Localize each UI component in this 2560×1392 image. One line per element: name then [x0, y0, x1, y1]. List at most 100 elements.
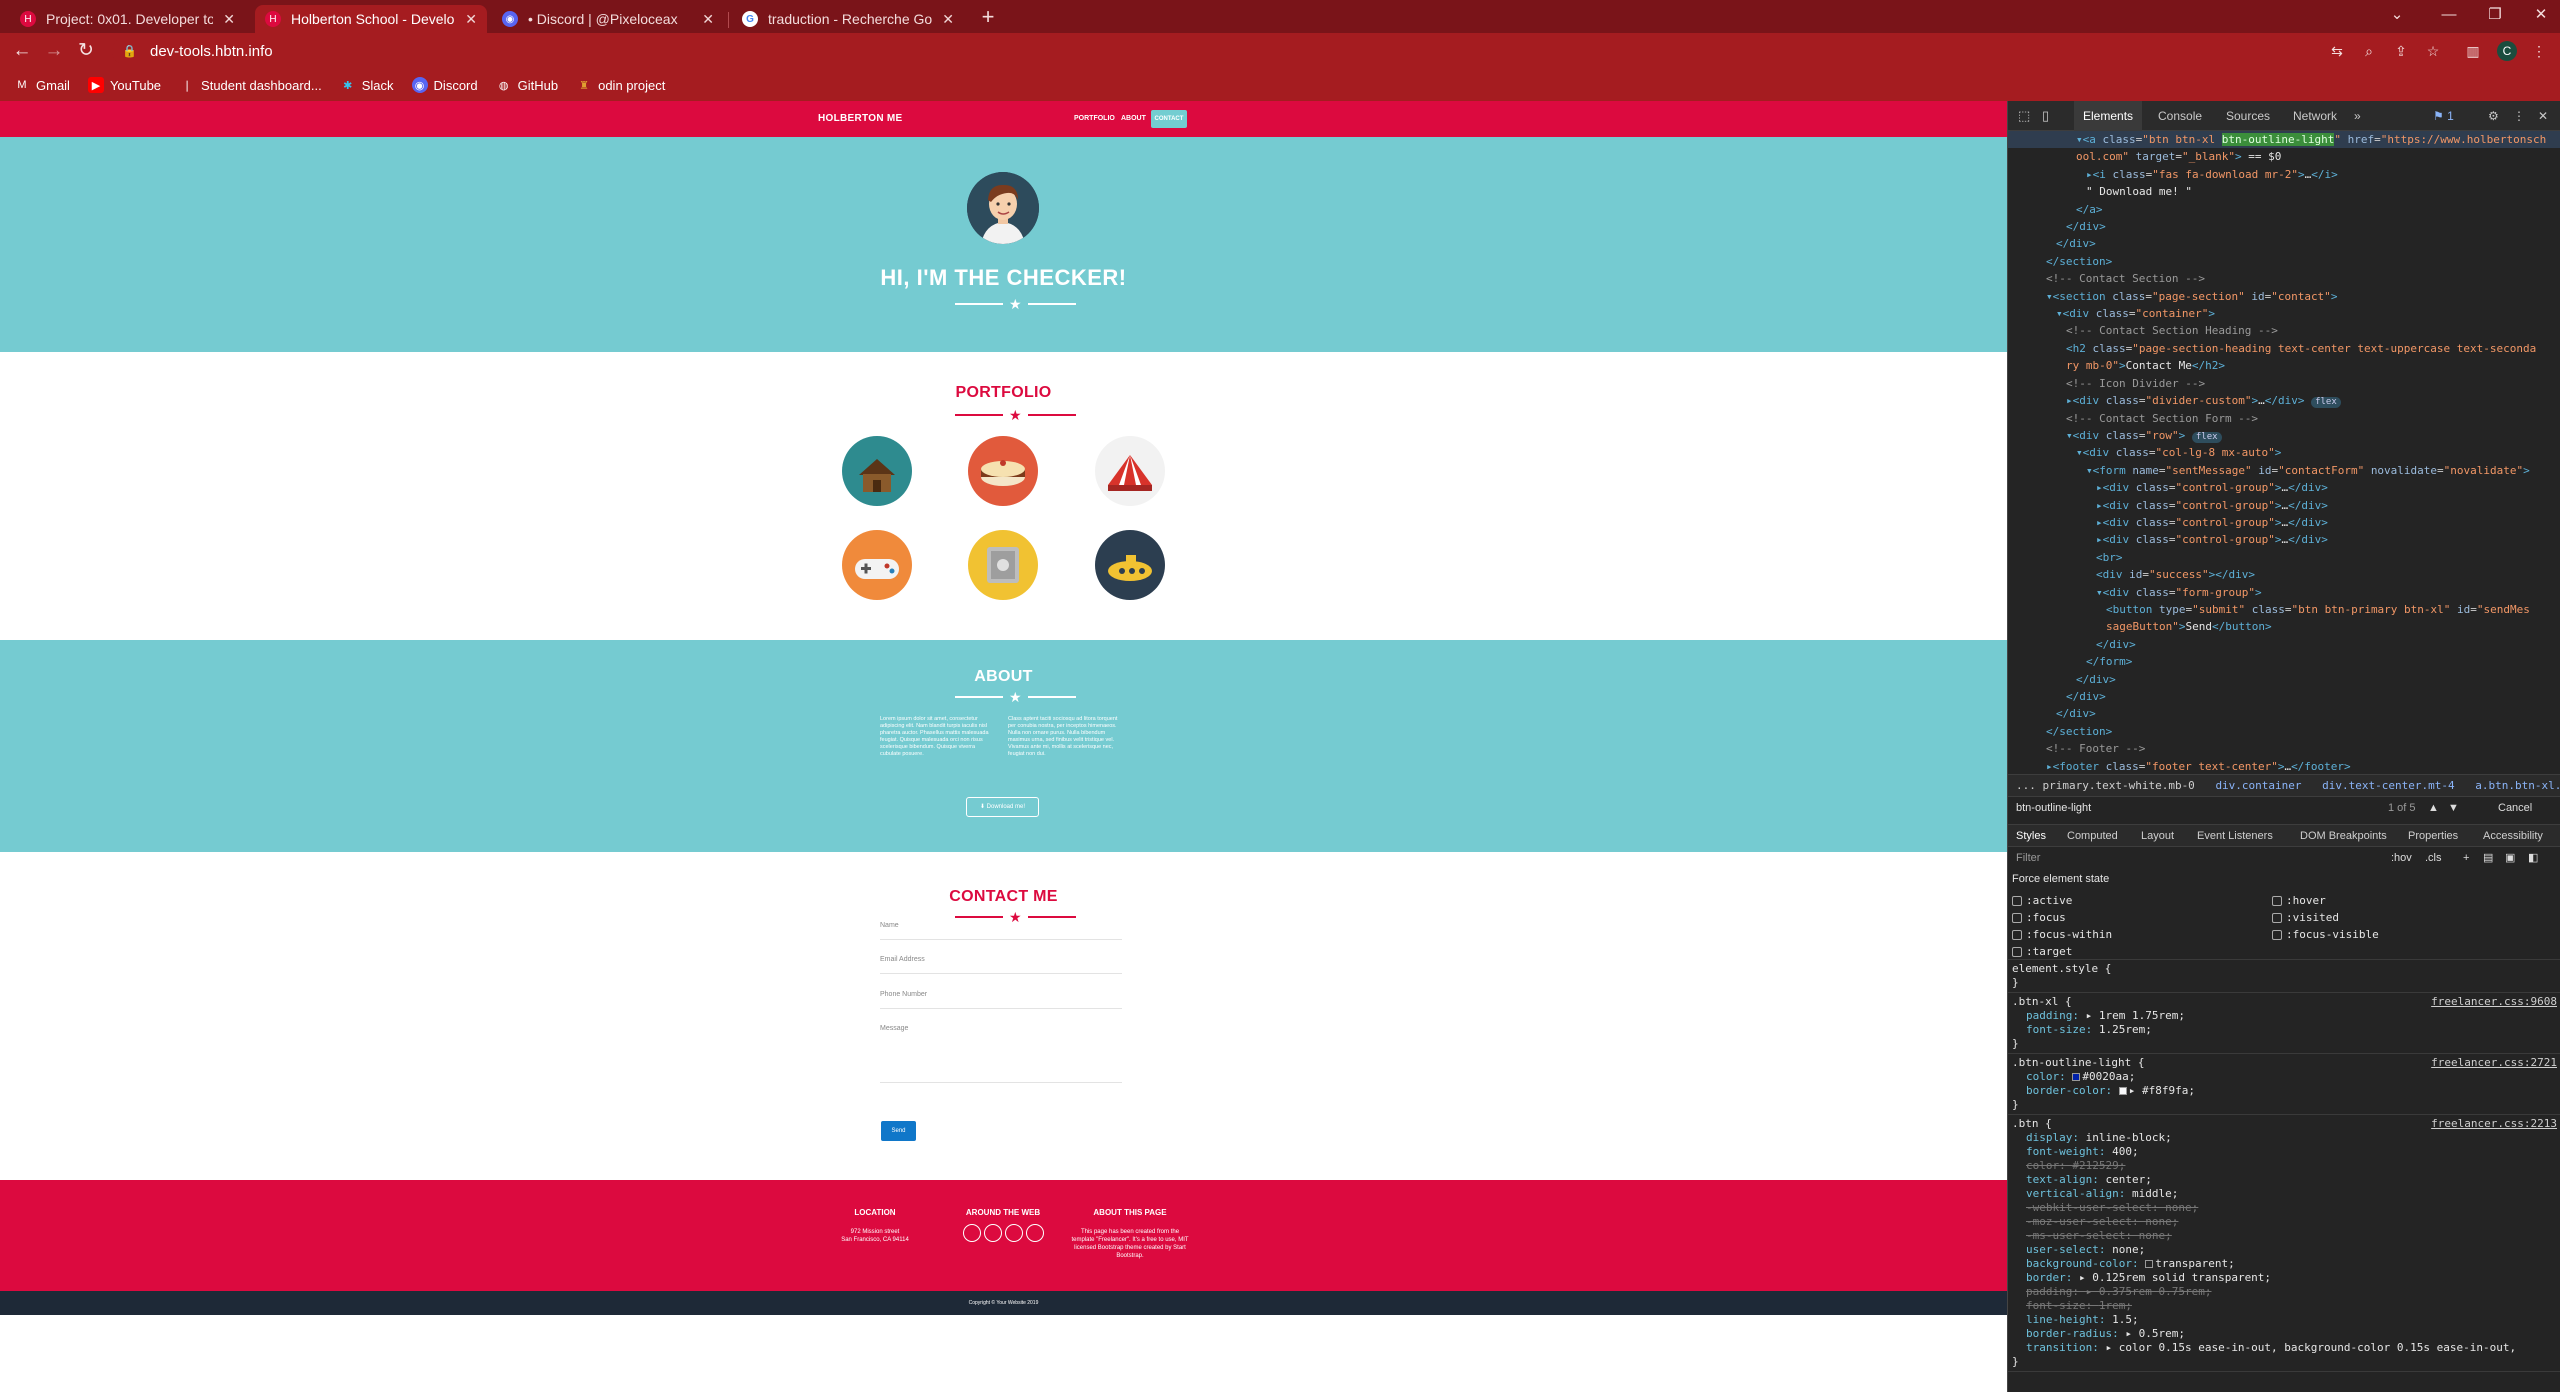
dom-tree-line[interactable]: </div> — [2008, 636, 2560, 653]
breadcrumb-item[interactable]: a.btn.btn-xl.btn-outline-light — [2461, 779, 2560, 792]
dom-tree-line[interactable]: </div> — [2008, 671, 2560, 688]
bookmark-discord[interactable]: ◉ Discord — [411, 77, 478, 93]
new-tab-button[interactable]: + — [976, 5, 1000, 29]
dom-tree-line[interactable]: ry mb-0">Contact Me</h2> — [2008, 357, 2560, 374]
email-field[interactable]: Email Address — [880, 954, 1122, 974]
brand-link[interactable]: HOLBERTON ME — [818, 113, 903, 124]
cls-toggle[interactable]: .cls — [2425, 847, 2442, 869]
menu-kebab-icon[interactable]: ⋮ — [2529, 41, 2549, 61]
dom-tree-line[interactable]: <!-- Contact Section --> — [2008, 270, 2560, 287]
dom-search-input[interactable]: btn-outline-light — [2016, 797, 2091, 819]
css-rule[interactable]: element.style {} — [2008, 960, 2560, 993]
twitter-icon[interactable] — [984, 1224, 1002, 1242]
share-icon[interactable]: ⇪ — [2391, 41, 2411, 61]
dom-tree-line[interactable]: ▸<div class="divider-custom">…</div> fle… — [2008, 392, 2560, 409]
search-next-icon[interactable]: ▼ — [2448, 797, 2459, 819]
nav-contact[interactable]: CONTACT — [1151, 110, 1187, 128]
tab-network[interactable]: Network — [2293, 101, 2337, 131]
force-state-visited[interactable]: :visited — [2272, 911, 2339, 925]
tab-holberton-dev-tools[interactable]: H Holberton School - Developer to ✕ — [255, 5, 487, 33]
inspect-element-icon[interactable]: ⬚ — [2018, 101, 2030, 131]
reload-icon[interactable]: ↻ — [74, 39, 98, 63]
dom-tree-line[interactable]: ▸<div class="control-group">…</div> — [2008, 479, 2560, 496]
force-state-active[interactable]: :active — [2012, 894, 2072, 908]
force-state-target[interactable]: :target — [2012, 945, 2072, 959]
bookmark-odin-project[interactable]: ♜ odin project — [576, 77, 665, 93]
dom-tree-line[interactable]: ▸<footer class="footer text-center">…</f… — [2008, 758, 2560, 775]
styles-filter-input[interactable]: Filter — [2016, 847, 2040, 869]
portfolio-item-cake[interactable] — [944, 428, 1061, 513]
dom-tree-line[interactable]: ▾<div class="container"> — [2008, 305, 2560, 322]
dom-tree-line[interactable]: <!-- Icon Divider --> — [2008, 375, 2560, 392]
bookmark-slack[interactable]: ✱ Slack — [340, 77, 393, 93]
force-state-focus-visible[interactable]: :focus-visible — [2272, 928, 2379, 942]
dom-tree-line[interactable]: </div> — [2008, 705, 2560, 722]
computed-sidebar-icon[interactable]: ▣ — [2505, 847, 2515, 869]
dom-tree-line[interactable]: ▾<div class="col-lg-8 mx-auto"> — [2008, 444, 2560, 461]
dom-tree-line[interactable]: <!-- Footer --> — [2008, 740, 2560, 757]
search-prev-icon[interactable]: ▲ — [2428, 797, 2439, 819]
tab-discord[interactable]: ◉ • Discord | @Pixeloceax ✕ — [492, 5, 724, 33]
translate-icon[interactable]: ⇆ — [2327, 41, 2347, 61]
portfolio-item-submarine[interactable] — [1071, 522, 1188, 607]
close-icon[interactable]: ✕ — [942, 11, 954, 28]
bookmark-gmail[interactable]: M Gmail — [14, 77, 70, 93]
subtab-computed[interactable]: Computed — [2067, 825, 2118, 847]
minimize-icon[interactable]: — — [2434, 3, 2464, 27]
dom-tree-line[interactable]: </form> — [2008, 653, 2560, 670]
dom-tree-line[interactable]: <br> — [2008, 549, 2560, 566]
css-rule[interactable]: freelancer.css:2721 .btn-outline-light {c… — [2008, 1054, 2560, 1115]
download-button[interactable]: ⬇ Download me! — [966, 797, 1039, 817]
dom-tree-line[interactable]: " Download me! " — [2008, 183, 2560, 200]
new-style-rule-icon[interactable]: + — [2463, 847, 2469, 869]
hov-toggle[interactable]: :hov — [2391, 847, 2412, 869]
dom-tree-line[interactable]: ▾<a class="btn btn-xl btn-outline-light"… — [2008, 131, 2560, 149]
breadcrumb-item[interactable]: ... primary.text-white.mb-0 — [2008, 779, 2195, 792]
force-state-focus-within[interactable]: :focus-within — [2012, 928, 2112, 942]
subtab-event-listeners[interactable]: Event Listeners — [2197, 825, 2273, 847]
close-icon[interactable]: ✕ — [465, 11, 477, 28]
profile-avatar[interactable]: C — [2497, 41, 2517, 61]
dom-tree-line[interactable]: <h2 class="page-section-heading text-cen… — [2008, 340, 2560, 357]
close-window-icon[interactable]: ✕ — [2526, 3, 2556, 27]
device-toolbar-icon[interactable]: ▯ — [2042, 101, 2049, 131]
dom-tree-line[interactable]: ▸<div class="control-group">…</div> — [2008, 531, 2560, 548]
devtools-menu-icon[interactable]: ⋮ — [2513, 101, 2525, 131]
dom-tree-line[interactable]: </section> — [2008, 723, 2560, 740]
portfolio-item-cabin[interactable] — [818, 428, 935, 513]
tab-sources[interactable]: Sources — [2226, 101, 2270, 131]
dom-tree-line[interactable]: ▾<form name="sentMessage" id="contactFor… — [2008, 462, 2560, 479]
dom-tree-line[interactable]: <button type="submit" class="btn btn-pri… — [2008, 601, 2560, 618]
collapse-sidebar-icon[interactable]: ◧ — [2528, 847, 2538, 869]
force-state-hover[interactable]: :hover — [2272, 894, 2326, 908]
address-bar[interactable]: 🔒 dev-tools.hbtn.info — [112, 37, 2462, 65]
more-tabs-icon[interactable]: » — [2354, 101, 2361, 131]
portfolio-item-safe[interactable] — [944, 522, 1061, 607]
subtab-accessibility[interactable]: Accessibility — [2483, 825, 2543, 847]
close-devtools-icon[interactable]: ✕ — [2538, 101, 2548, 131]
subtab-properties[interactable]: Properties — [2408, 825, 2458, 847]
bookmark-star-icon[interactable]: ☆ — [2423, 41, 2443, 61]
dom-tree-line[interactable]: ▸<i class="fas fa-download mr-2">…</i> — [2008, 166, 2560, 183]
restore-icon[interactable]: ❐ — [2480, 3, 2510, 27]
dom-tree-line[interactable]: </a> — [2008, 201, 2560, 218]
dom-tree-line[interactable]: ▸<div class="control-group">…</div> — [2008, 497, 2560, 514]
dom-tree[interactable]: ▾<a class="btn btn-xl btn-outline-light"… — [2008, 131, 2560, 875]
tab-search-icon[interactable]: ⌄ — [2382, 3, 2412, 27]
linkedin-icon[interactable] — [1005, 1224, 1023, 1242]
dom-tree-line[interactable]: ▸<div class="control-group">…</div> — [2008, 514, 2560, 531]
search-cancel-button[interactable]: Cancel — [2498, 797, 2532, 819]
dribbble-icon[interactable] — [1026, 1224, 1044, 1242]
dom-tree-line[interactable]: </div> — [2008, 235, 2560, 252]
breadcrumb-item[interactable]: div.text-center.mt-4 — [2308, 779, 2454, 792]
subtab-dom-breakpoints[interactable]: DOM Breakpoints — [2300, 825, 2387, 847]
subtab-layout[interactable]: Layout — [2141, 825, 2174, 847]
dom-tree-line[interactable]: <!-- Contact Section Form --> — [2008, 410, 2560, 427]
dom-tree-line[interactable]: ▾<section class="page-section" id="conta… — [2008, 288, 2560, 305]
settings-gear-icon[interactable]: ⚙ — [2488, 101, 2499, 131]
zoom-icon[interactable]: ⌕ — [2359, 41, 2379, 61]
tab-elements[interactable]: Elements — [2074, 101, 2143, 131]
dom-tree-line[interactable]: </section> — [2008, 253, 2560, 270]
issues-badge[interactable]: ⚑ 1 — [2433, 101, 2454, 131]
portfolio-item-controller[interactable] — [818, 522, 935, 607]
